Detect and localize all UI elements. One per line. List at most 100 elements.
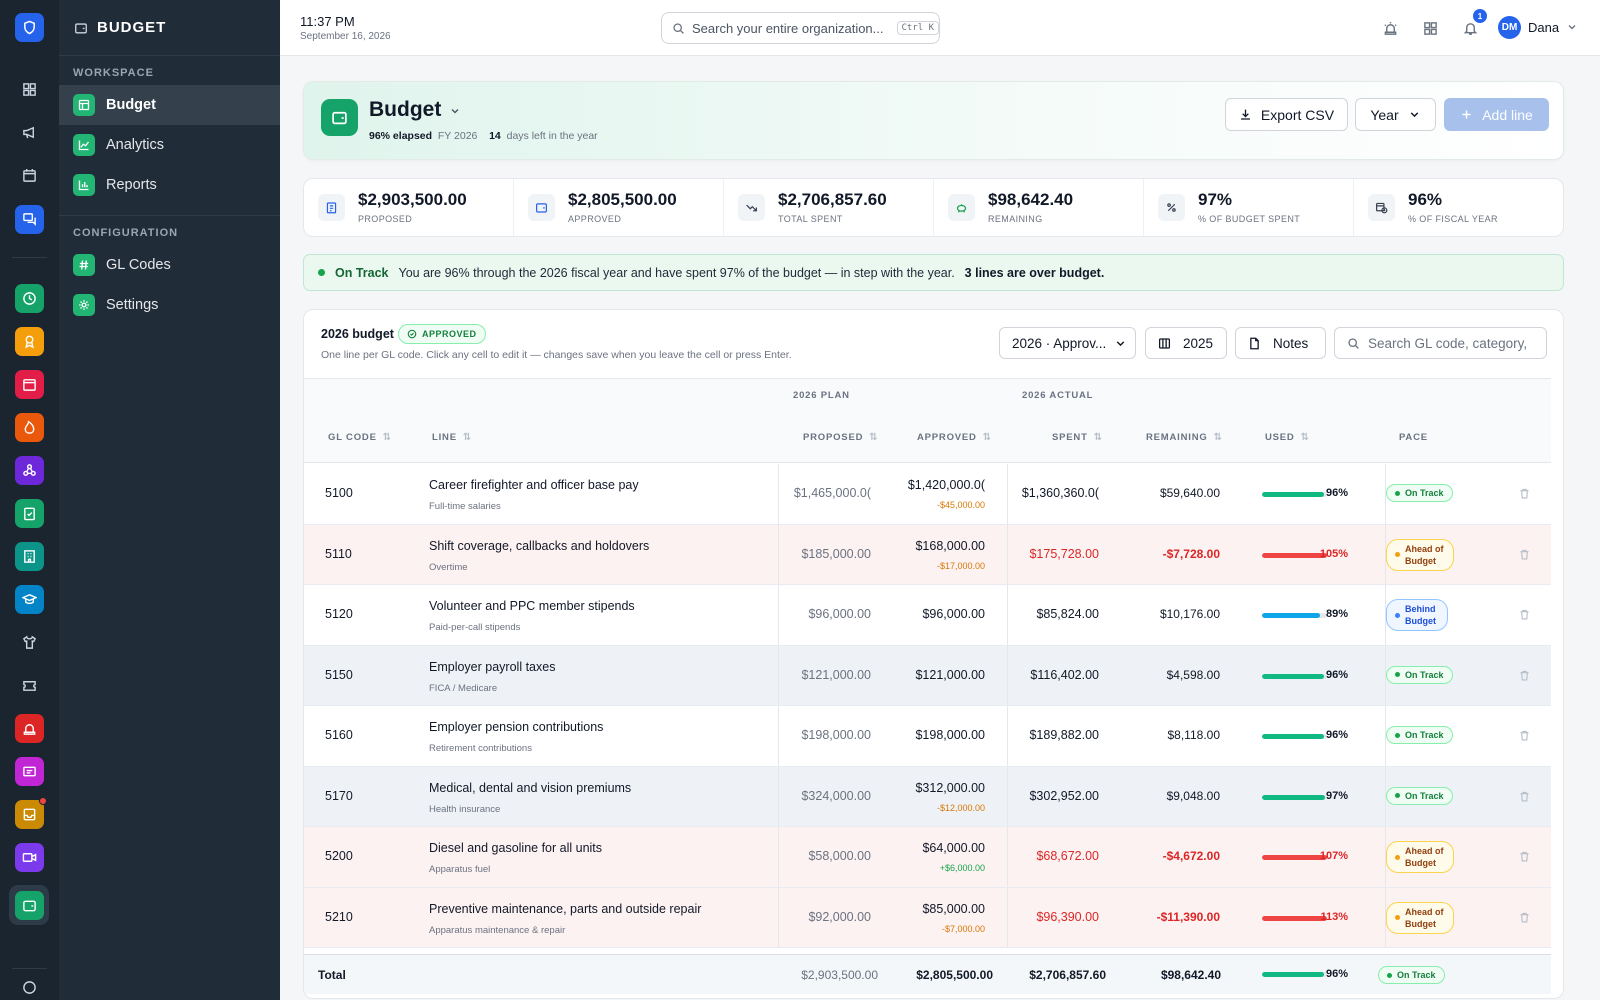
cell-line-name[interactable]: Diesel and gasoline for all units [429,841,602,855]
cell-gl-code[interactable]: 5210 [325,910,353,924]
table-row[interactable]: 5200 Diesel and gasoline for all units App… [304,827,1551,888]
inbox-icon[interactable] [15,797,47,829]
cell-approved[interactable]: $1,420,000.0( [908,478,985,492]
cell-line-name[interactable]: Career firefighter and officer base pay [429,478,639,492]
table-row[interactable]: 5170 Medical, dental and vision premiums H… [304,766,1551,827]
cell-line-name[interactable]: Employer payroll taxes [429,660,555,674]
clipboard-check-icon[interactable] [15,499,44,528]
table-row[interactable]: 5210 Preventive maintenance, parts and ou… [304,887,1551,948]
network-icon[interactable] [15,456,44,485]
trash-icon[interactable] [1518,669,1531,682]
badge-icon[interactable] [15,327,44,356]
cell-spent[interactable]: $1,360,360.0( [1022,486,1099,500]
video-icon[interactable] [15,843,44,872]
cell-gl-code[interactable]: 5200 [325,849,353,863]
global-search-input[interactable]: Search your entire organization... Ctrl … [661,12,940,44]
cell-gl-code[interactable]: 5150 [325,668,353,682]
period-select[interactable]: Year [1355,98,1436,131]
cell-approved[interactable]: $96,000.00 [922,607,985,621]
id-card-icon[interactable] [15,757,44,786]
cell-proposed[interactable]: $92,000.00 [808,910,871,924]
cell-proposed[interactable]: $185,000.00 [801,547,871,561]
user-name[interactable]: Dana [1528,20,1559,35]
table-row[interactable]: 5110 Shift coverage, callbacks and holdov… [304,524,1551,585]
cell-gl-code[interactable]: 5120 [325,607,353,621]
cell-spent[interactable]: $175,728.00 [1029,547,1099,561]
column-header-proposed[interactable]: PROPOSED ⇅ [803,432,878,443]
cell-approved[interactable]: $312,000.00 [915,781,985,795]
sidebar-item-settings[interactable]: Settings [59,285,280,325]
flame-icon[interactable] [15,413,44,442]
cell-line-name[interactable]: Preventive maintenance, parts and outsid… [429,902,701,916]
table-row[interactable]: 5100 Career firefighter and officer base … [304,464,1551,525]
version-select[interactable]: 2026 · Approv... [999,327,1136,359]
building-icon[interactable] [15,542,44,571]
export-csv-button[interactable]: Export CSV [1225,98,1348,131]
avatar[interactable]: DM [1498,16,1521,39]
table-row[interactable]: 5160 Employer pension contributions Retire… [304,706,1551,767]
clock-icon[interactable] [15,284,44,313]
wallet-icon[interactable] [15,891,44,920]
cell-line-name[interactable]: Shift coverage, callbacks and holdovers [429,539,649,553]
cell-gl-code[interactable]: 5170 [325,789,353,803]
graduation-cap-icon[interactable] [15,585,44,614]
table-row[interactable]: 5120 Volunteer and PPC member stipends Pai… [304,585,1551,646]
compare-year-button[interactable]: 2025 [1145,327,1227,359]
megaphone-icon[interactable] [15,118,44,147]
chat-icon[interactable] [15,205,44,234]
cell-spent[interactable]: $68,672.00 [1036,849,1099,863]
column-header-remaining[interactable]: REMAINING ⇅ [1146,432,1223,443]
cell-proposed[interactable]: $1,465,000.0( [794,486,871,500]
cell-gl-code[interactable]: 5160 [325,728,353,742]
cell-line-name[interactable]: Medical, dental and vision premiums [429,781,631,795]
trash-icon[interactable] [1518,850,1531,863]
sidebar-item-budget[interactable]: Budget [59,85,280,125]
sidebar-item-reports[interactable]: Reports [59,165,280,205]
column-header-approved[interactable]: APPROVED ⇅ [917,432,992,443]
siren-icon[interactable] [15,714,44,743]
column-header-gl-code[interactable]: GL CODE ⇅ [328,432,392,443]
apps-grid-icon[interactable] [1421,19,1439,37]
sidebar-item-gl-codes[interactable]: GL Codes [59,245,280,285]
cell-gl-code[interactable]: 5110 [325,547,352,561]
trash-icon[interactable] [1518,548,1531,561]
shirt-icon[interactable] [15,628,44,657]
trash-icon[interactable] [1518,790,1531,803]
cell-approved[interactable]: $168,000.00 [915,539,985,553]
cell-approved[interactable]: $121,000.00 [915,668,985,682]
cell-proposed[interactable]: $198,000.00 [801,728,871,742]
calendar-alert-icon[interactable] [15,370,44,399]
dashboard-grid-icon[interactable] [15,75,44,104]
cell-spent[interactable]: $189,882.00 [1029,728,1099,742]
cell-approved[interactable]: $198,000.00 [915,728,985,742]
siren-icon[interactable] [1381,19,1399,37]
cell-proposed[interactable]: $121,000.00 [801,668,871,682]
chevron-down-icon[interactable] [1566,21,1578,33]
ticket-icon[interactable] [15,671,44,700]
add-line-button[interactable]: Add line [1444,98,1549,131]
cell-line-name[interactable]: Volunteer and PPC member stipends [429,599,635,613]
cell-spent[interactable]: $96,390.00 [1036,910,1099,924]
chevron-down-icon[interactable] [449,105,461,117]
cell-proposed[interactable]: $58,000.00 [808,849,871,863]
trash-icon[interactable] [1518,487,1531,500]
notes-button[interactable]: Notes [1235,327,1326,359]
column-header-used[interactable]: USED ⇅ [1265,432,1310,443]
cell-proposed[interactable]: $96,000.00 [808,607,871,621]
column-header-line[interactable]: LINE ⇅ [432,432,472,443]
trash-icon[interactable] [1518,911,1531,924]
sidebar-item-analytics[interactable]: Analytics [59,125,280,165]
shield-logo-icon[interactable] [15,13,44,42]
cell-line-name[interactable]: Employer pension contributions [429,720,603,734]
cell-spent[interactable]: $116,402.00 [1030,668,1099,682]
cell-approved[interactable]: $64,000.00 [922,841,985,855]
column-header-spent[interactable]: SPENT ⇅ [1052,432,1103,443]
table-search-input[interactable]: Search GL code, category, [1334,327,1547,359]
cell-approved[interactable]: $85,000.00 [922,902,985,916]
trash-icon[interactable] [1518,729,1531,742]
cell-spent[interactable]: $85,824.00 [1036,607,1099,621]
trash-icon[interactable] [1518,608,1531,621]
cell-spent[interactable]: $302,952.00 [1029,789,1099,803]
help-icon[interactable] [15,973,44,1000]
cell-gl-code[interactable]: 5100 [325,486,353,500]
